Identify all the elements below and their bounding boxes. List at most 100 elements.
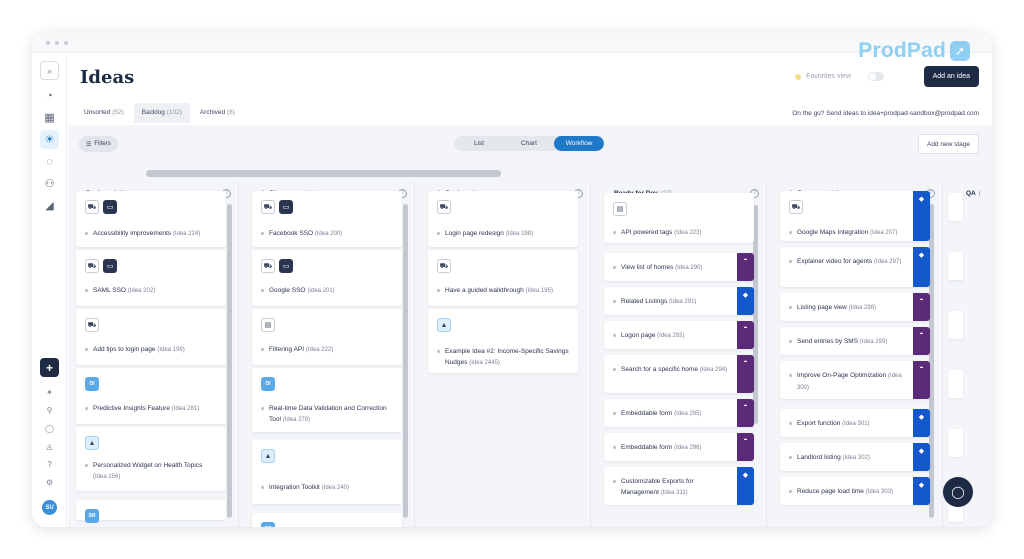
idea-title: Add tips to login page (Idea 199) (85, 344, 217, 356)
idea-card[interactable]: Send entries by SMS (Idea 299) ◓ (780, 327, 930, 355)
idea-card[interactable]: ▤ API powered tags (Idea 223) (604, 193, 754, 243)
idea-card[interactable]: Explainer video for agents (Idea 297) ◆ (780, 247, 930, 287)
idea-card[interactable]: Listing page view (Idea 298) ◓ (780, 293, 930, 321)
chat-icon[interactable]: ◯ (43, 422, 56, 435)
idea-card[interactable]: Improve On-Page Optimization (Idea 300) ◓ (780, 361, 930, 399)
view-chart[interactable]: Chart (504, 136, 554, 151)
quick-add-button[interactable]: + (40, 358, 59, 377)
window-dot (64, 40, 68, 45)
customers-icon[interactable]: ⚇ (40, 174, 59, 193)
integration-status-tag[interactable]: ◆ (737, 287, 754, 315)
idea-card[interactable]: SR (76, 500, 226, 523)
idea-name: Embeddable form (621, 444, 673, 451)
idea-title: Facebook SSO (Idea 200) (261, 228, 393, 240)
sparkle-icon[interactable]: ✦ (43, 386, 56, 399)
idea-name: Embeddable form (621, 410, 673, 417)
idea-card[interactable]: Related Listings (Idea 291) ◆ (604, 287, 754, 315)
user-avatar[interactable]: SU (42, 500, 57, 515)
idea-card[interactable]: Reduce page load time (Idea 303) ◆ (780, 477, 930, 505)
idea-name: Explainer video for agents (797, 258, 873, 265)
idea-card[interactable]: ▤ Filtering API (Idea 222) (252, 309, 402, 365)
idea-card[interactable]: Customizable Exports for Management (Ide… (604, 467, 754, 505)
idea-card[interactable]: ⛟ ▭ SAML SSO (Idea 202) (76, 250, 226, 306)
jira-status-tag[interactable]: ◓ (737, 321, 754, 349)
idea-card[interactable]: Logon page (Idea 292) ◓ (604, 321, 754, 349)
jira-status-tag[interactable]: ◓ (913, 293, 930, 321)
feedback-icon[interactable]: ◌ (40, 152, 59, 171)
integration-status-tag[interactable]: ◆ (913, 247, 930, 287)
dashboard-icon[interactable]: ◔ (40, 86, 59, 105)
favorites-view-toggle[interactable]: Favorites view (795, 72, 884, 81)
idea-card[interactable]: ⛟ ▭ Accessibility improvements (Idea 224) (76, 191, 226, 247)
idea-name: Integration Toolkit (269, 484, 320, 491)
stage-title: QA (966, 189, 976, 197)
settings-icon[interactable]: ⚙ (43, 476, 56, 489)
idea-card[interactable]: ▲ Integration Toolkit (Idea 240) (252, 440, 402, 504)
tab-backlog[interactable]: Backlog (102) (133, 103, 190, 123)
jira-status-tag[interactable]: ◓ (737, 253, 754, 281)
idea-card[interactable] (948, 370, 963, 398)
idea-card[interactable]: SR (252, 513, 402, 527)
bell-icon[interactable]: ◬ (43, 440, 56, 453)
integration-status-tag[interactable]: ◆ (913, 477, 930, 505)
integration-status-tag[interactable]: ◆ (913, 409, 930, 437)
search-icon[interactable]: ⚲ (43, 404, 56, 417)
help-icon[interactable]: ? (43, 458, 56, 471)
integration-status-tag[interactable]: ◆ (913, 443, 930, 471)
add-idea-button[interactable]: Add an idea (923, 66, 979, 87)
favorites-switch[interactable] (868, 72, 884, 81)
idea-card[interactable]: Embeddable form (Idea 295) ◓ (604, 399, 754, 427)
column-scrollbar[interactable] (403, 204, 408, 518)
filters-button[interactable]: ☰ Filters (79, 136, 118, 152)
idea-card[interactable]: ⛟ Login page redesign (Idea 198) (428, 191, 578, 247)
idea-card[interactable]: Export function (Idea 301) ◆ (780, 409, 930, 437)
idea-card[interactable]: Embeddable form (Idea 296) ◓ (604, 433, 754, 461)
integration-status-tag[interactable]: ◆ (737, 467, 754, 505)
jira-status-tag[interactable]: ◓ (913, 327, 930, 355)
idea-card[interactable] (948, 252, 963, 280)
idea-card[interactable]: Landlord listing (Idea 302) ◆ (780, 443, 930, 471)
idea-title: Filtering API (Idea 222) (261, 344, 393, 356)
card-icons: ⛟ (437, 259, 451, 273)
idea-card[interactable]: ⛟ Google Maps Integration (Idea 207) ◆ (780, 191, 930, 241)
tab-count: (8) (226, 109, 235, 116)
horizontal-scrollbar[interactable] (146, 170, 501, 177)
ideas-icon[interactable]: ☀ (40, 130, 59, 149)
card-icons: ▤ (261, 318, 275, 332)
jira-status-tag[interactable]: ◓ (737, 433, 754, 461)
idea-card[interactable] (948, 311, 963, 339)
jira-status-tag[interactable]: ◓ (913, 361, 930, 399)
idea-card[interactable]: ▲ Example Idea #2: Income-Specific Saving… (428, 309, 578, 373)
jira-status-tag[interactable]: ◓ (737, 355, 754, 393)
idea-card[interactable]: Search for a specific home (Idea 294) ◓ (604, 355, 754, 393)
idea-card[interactable] (948, 193, 963, 221)
expand-sidebar-icon[interactable]: » (40, 61, 59, 80)
view-workflow[interactable]: Workflow (554, 136, 604, 151)
chat-widget-button[interactable]: ◯ (943, 477, 973, 507)
idea-title: Customizable Exports for Management (Ide… (613, 476, 730, 499)
view-list[interactable]: List (454, 136, 504, 151)
integration-status-tag[interactable]: ◆ (913, 191, 930, 241)
idea-card[interactable] (948, 429, 963, 457)
idea-card[interactable]: ⛟ ▭ Facebook SSO (Idea 200) (252, 191, 402, 247)
idea-card[interactable]: View list of homes (Idea 290) ◓ (604, 253, 754, 281)
tab-archived[interactable]: Archived (8) (192, 103, 243, 123)
idea-ref: (Idea 200) (314, 231, 343, 237)
filters-label: Filters (94, 141, 111, 147)
idea-name: Related Listings (621, 298, 668, 305)
column-scrollbar[interactable] (227, 204, 232, 518)
idea-card[interactable]: ⛟ ▭ Google SSO (Idea 201) (252, 250, 402, 306)
idea-title: Listing page view (Idea 298) (789, 302, 906, 314)
tab-unsorted[interactable]: Unsorted (52) (76, 103, 132, 123)
idea-ref: (Idea 2445) (469, 360, 500, 366)
idea-card[interactable]: ⛟ Add tips to login page (Idea 199) (76, 309, 226, 365)
roadmap-icon[interactable]: ▦ (40, 108, 59, 127)
idea-card[interactable]: ⛟ Have a guided walkthrough (Idea 195) (428, 250, 578, 306)
idea-card[interactable]: DI Real-time Data Validation and Correcti… (252, 368, 402, 432)
idea-card[interactable]: DI Predictive Insights Feature (Idea 281) (76, 368, 226, 424)
jira-status-tag[interactable]: ◓ (737, 399, 754, 427)
add-stage-button[interactable]: Add new stage (917, 134, 979, 154)
idea-title: Google Maps Integration (Idea 207) (789, 227, 906, 239)
idea-card[interactable]: ▲ Personalized Widget on Health Topics (I… (76, 427, 226, 491)
analytics-icon[interactable]: ◢ (40, 196, 59, 215)
